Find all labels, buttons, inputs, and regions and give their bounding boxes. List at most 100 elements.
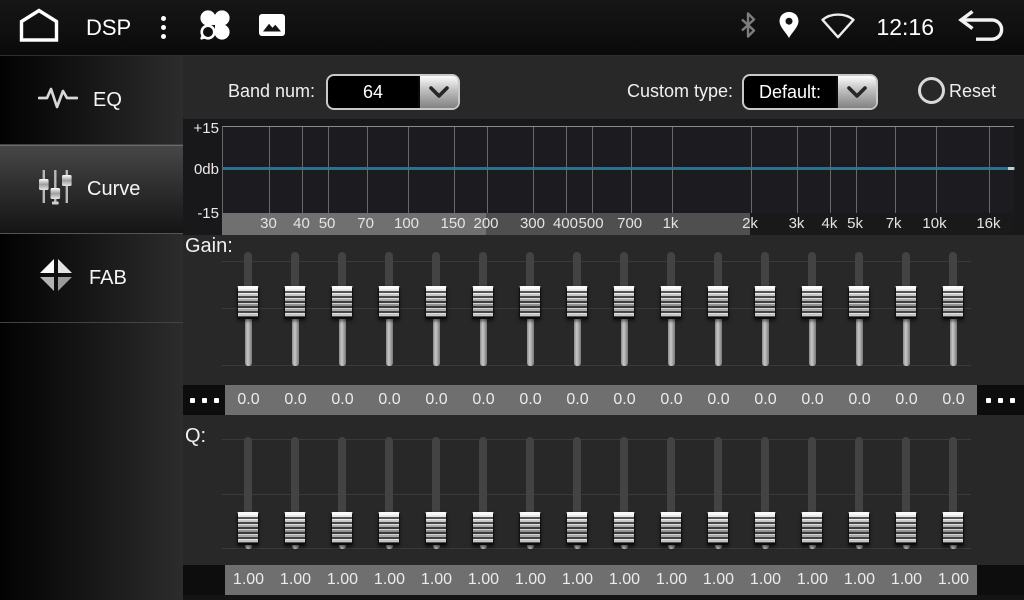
gridline	[367, 127, 368, 214]
q-slider[interactable]	[707, 437, 729, 549]
gain-value: 0.0	[648, 385, 695, 415]
chevron-down-icon[interactable]	[418, 76, 458, 108]
q-slider[interactable]	[942, 437, 964, 549]
frequency-axis[interactable]: 304050701001502003004005007001k2k3k4k5k7…	[222, 213, 1014, 235]
gain-slider-panel	[222, 252, 971, 366]
sidebar-item-fab[interactable]: FAB	[0, 234, 183, 323]
slider-knob[interactable]	[472, 512, 494, 545]
slider-knob[interactable]	[378, 512, 400, 545]
slider-knob[interactable]	[848, 512, 870, 545]
gain-slider[interactable]	[660, 252, 682, 366]
slider-knob[interactable]	[942, 286, 964, 319]
slider-knob[interactable]	[613, 286, 635, 319]
frequency-tick: 50	[319, 213, 336, 235]
slider-knob[interactable]	[519, 286, 541, 319]
q-value: 1.00	[836, 565, 883, 595]
q-slider[interactable]	[613, 437, 635, 549]
slider-knob[interactable]	[801, 286, 823, 319]
slider-knob[interactable]	[660, 512, 682, 545]
band-num-select[interactable]: 64	[326, 74, 460, 110]
q-slider[interactable]	[378, 437, 400, 549]
gain-slider[interactable]	[331, 252, 353, 366]
apps-clover-icon[interactable]	[196, 6, 234, 49]
wifi-icon	[820, 11, 856, 44]
slider-knob[interactable]	[237, 286, 259, 319]
slider-knob[interactable]	[519, 512, 541, 545]
gain-slider[interactable]	[566, 252, 588, 366]
slider-knob[interactable]	[284, 512, 306, 545]
gallery-icon[interactable]	[258, 13, 286, 42]
sidebar: EQ Curve	[0, 56, 183, 600]
gain-slider[interactable]	[237, 252, 259, 366]
slider-knob[interactable]	[613, 512, 635, 545]
slider-knob[interactable]	[895, 286, 917, 319]
gain-more-right-button[interactable]	[977, 385, 1024, 415]
gain-slider[interactable]	[378, 252, 400, 366]
q-slider[interactable]	[801, 437, 823, 549]
q-slider[interactable]	[425, 437, 447, 549]
q-more-right-button[interactable]	[977, 565, 1024, 595]
eq-curve-line	[223, 167, 1015, 170]
slider-knob[interactable]	[472, 286, 494, 319]
gain-slider[interactable]	[707, 252, 729, 366]
gain-slider[interactable]	[942, 252, 964, 366]
slider-knob[interactable]	[754, 512, 776, 545]
slider-knob[interactable]	[848, 286, 870, 319]
slider-knob[interactable]	[895, 512, 917, 545]
q-slider[interactable]	[331, 437, 353, 549]
q-slider-panel	[222, 437, 971, 549]
slider-knob[interactable]	[378, 286, 400, 319]
slider-knob[interactable]	[566, 286, 588, 319]
q-slider[interactable]	[472, 437, 494, 549]
overflow-menu-icon[interactable]	[155, 14, 172, 41]
q-slider[interactable]	[519, 437, 541, 549]
q-slider[interactable]	[895, 437, 917, 549]
sidebar-item-eq[interactable]: EQ	[0, 56, 183, 145]
gain-slider[interactable]	[613, 252, 635, 366]
gain-slider[interactable]	[848, 252, 870, 366]
gain-slider[interactable]	[801, 252, 823, 366]
slider-knob[interactable]	[942, 512, 964, 545]
q-slider[interactable]	[754, 437, 776, 549]
slider-knob[interactable]	[284, 286, 306, 319]
slider-knob[interactable]	[707, 286, 729, 319]
q-more-left-button[interactable]	[183, 565, 225, 595]
sidebar-item-curve[interactable]: Curve	[0, 145, 183, 234]
slider-knob[interactable]	[425, 512, 447, 545]
q-slider[interactable]	[660, 437, 682, 549]
q-slider[interactable]	[237, 437, 259, 549]
slider-knob[interactable]	[566, 512, 588, 545]
gridline	[487, 127, 488, 214]
q-slider[interactable]	[284, 437, 306, 549]
slider-knob[interactable]	[707, 512, 729, 545]
gain-slider[interactable]	[519, 252, 541, 366]
gain-slider[interactable]	[284, 252, 306, 366]
gain-value-row: 0.00.00.00.00.00.00.00.00.00.00.00.00.00…	[183, 385, 1024, 415]
gain-slider[interactable]	[472, 252, 494, 366]
q-value: 1.00	[319, 565, 366, 595]
sliders-icon	[38, 168, 72, 212]
slider-knob[interactable]	[331, 286, 353, 319]
frequency-tick: 300	[520, 213, 545, 235]
q-slider[interactable]	[566, 437, 588, 549]
y-axis-label-zero: 0db	[183, 161, 219, 178]
custom-type-select[interactable]: Default:	[742, 74, 878, 110]
slider-knob[interactable]	[425, 286, 447, 319]
back-arrow-icon[interactable]	[954, 7, 1008, 48]
gain-slider[interactable]	[895, 252, 917, 366]
chevron-down-icon[interactable]	[836, 76, 876, 108]
gain-slider[interactable]	[754, 252, 776, 366]
slider-knob[interactable]	[801, 512, 823, 545]
gain-more-left-button[interactable]	[183, 385, 225, 415]
reset-radio[interactable]	[918, 77, 945, 104]
q-slider[interactable]	[848, 437, 870, 549]
slider-knob[interactable]	[660, 286, 682, 319]
gain-slider[interactable]	[425, 252, 447, 366]
slider-knob[interactable]	[331, 512, 353, 545]
ellipsis-icon	[977, 385, 1024, 415]
gridline	[895, 127, 896, 214]
slider-knob[interactable]	[754, 286, 776, 319]
slider-knob[interactable]	[237, 512, 259, 545]
home-icon[interactable]	[16, 7, 62, 48]
gridline	[592, 127, 593, 214]
